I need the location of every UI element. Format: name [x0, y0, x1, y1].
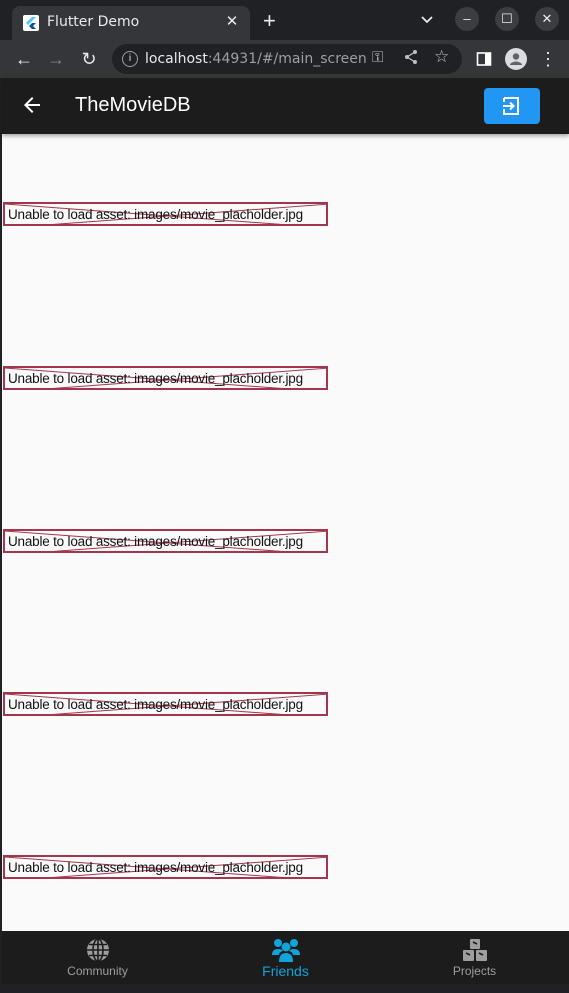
flutter-favicon-icon: [23, 15, 39, 31]
close-window-icon[interactable]: ✕: [535, 7, 559, 31]
image-error-placeholder: Unable to load asset: images/movie_plach…: [3, 692, 328, 716]
people-icon: [271, 938, 301, 962]
browser-tab-strip: Flutter Demo ✕ + – ☐ ✕: [0, 0, 569, 40]
image-error-placeholder: Unable to load asset: images/movie_plach…: [3, 366, 328, 390]
minimize-icon[interactable]: –: [455, 7, 479, 31]
bottom-navigation-bar: Community Friends Projects: [2, 931, 569, 984]
cubes-icon: [462, 938, 488, 962]
close-tab-icon[interactable]: ✕: [222, 12, 242, 32]
forward-icon[interactable]: →: [44, 47, 68, 71]
back-icon[interactable]: ←: [12, 47, 36, 71]
image-error-text: Unable to load asset: images/movie_plach…: [8, 534, 303, 549]
window-frame: [0, 984, 569, 993]
key-icon[interactable]: ⚿: [372, 49, 383, 66]
menu-icon[interactable]: ⋮: [536, 47, 560, 71]
star-icon[interactable]: ☆: [434, 47, 449, 67]
nav-item-community[interactable]: Community: [3, 931, 192, 984]
image-error-text: Unable to load asset: images/movie_plach…: [8, 371, 303, 386]
image-error-placeholder: Unable to load asset: images/movie_plach…: [3, 855, 328, 879]
arrow-back-icon[interactable]: [20, 93, 44, 117]
image-error-placeholder: Unable to load asset: images/movie_plach…: [3, 529, 328, 553]
nav-item-projects[interactable]: Projects: [380, 931, 569, 984]
nav-label: Community: [67, 964, 128, 978]
browser-toolbar: ← → ↻ i localhost:44931/#/main_screen ⚿ …: [0, 40, 569, 78]
browser-tab[interactable]: Flutter Demo ✕: [12, 6, 250, 40]
new-tab-icon[interactable]: +: [263, 10, 276, 32]
address-bar[interactable]: i localhost:44931/#/main_screen ⚿ ☆: [112, 44, 462, 74]
share-icon[interactable]: [403, 49, 419, 69]
movie-list[interactable]: Unable to load asset: images/movie_plach…: [2, 134, 569, 931]
image-error-text: Unable to load asset: images/movie_plach…: [8, 860, 303, 875]
maximize-icon[interactable]: ☐: [495, 7, 519, 31]
app-title: TheMovieDB: [75, 94, 191, 116]
app-bar: TheMovieDB: [2, 78, 569, 134]
image-error-text: Unable to load asset: images/movie_plach…: [8, 697, 303, 712]
reload-icon[interactable]: ↻: [77, 47, 101, 71]
side-panel-icon[interactable]: [472, 47, 496, 71]
nav-label: Friends: [262, 963, 309, 979]
profile-icon[interactable]: [504, 47, 528, 71]
url-text: localhost:44931/#/main_screen: [145, 51, 367, 67]
nav-item-friends[interactable]: Friends: [191, 931, 380, 984]
globe-icon: [85, 938, 111, 962]
image-error-placeholder: Unable to load asset: images/movie_plach…: [3, 202, 328, 226]
image-error-text: Unable to load asset: images/movie_plach…: [8, 207, 303, 222]
login-button[interactable]: [484, 88, 540, 124]
tab-search-icon[interactable]: [420, 12, 434, 30]
info-icon[interactable]: i: [122, 51, 138, 67]
tab-title: Flutter Demo: [47, 14, 140, 30]
nav-label: Projects: [452, 964, 497, 978]
